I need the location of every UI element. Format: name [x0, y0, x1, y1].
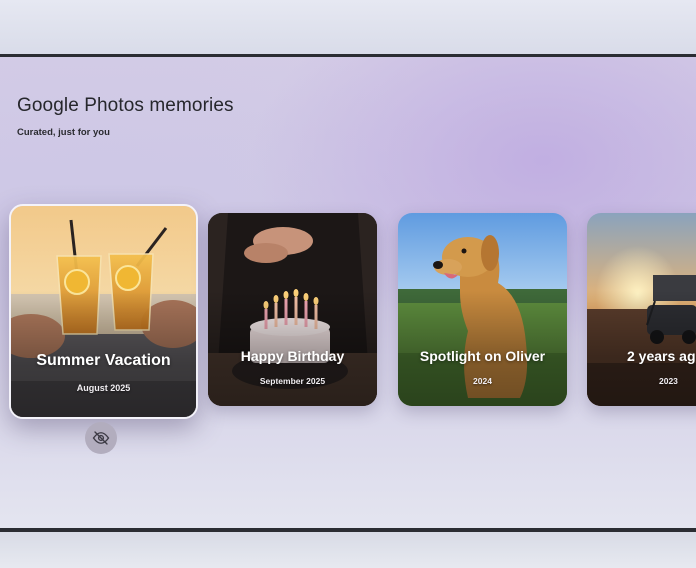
- page-subtitle: Curated, just for you: [17, 127, 110, 138]
- bezel-bottom: [0, 532, 696, 568]
- memory-card-happy-birthday[interactable]: Happy Birthday September 2025: [208, 213, 377, 406]
- memory-card-date: 2023: [659, 376, 678, 386]
- page-title: Google Photos memories: [17, 95, 234, 116]
- memory-card-date: August 2025: [76, 383, 131, 393]
- memory-card-title: Summer Vacation: [36, 352, 171, 369]
- hide-memory-button[interactable]: [85, 422, 117, 454]
- memory-card-summer-vacation[interactable]: Summer Vacation August 2025: [9, 204, 198, 419]
- memory-card-date: September 2025: [259, 376, 326, 386]
- card-gradient-overlay: [587, 213, 696, 406]
- eye-off-icon: [92, 431, 110, 445]
- memory-card-title: Happy Birthday: [240, 348, 345, 364]
- memory-card-title: Spotlight on Oliver: [419, 348, 546, 364]
- memory-card-date: 2024: [473, 376, 492, 386]
- bezel-top: [0, 0, 696, 54]
- memory-card-title: 2 years ago: [627, 348, 696, 364]
- memory-card-spotlight-oliver[interactable]: Spotlight on Oliver 2024: [398, 213, 567, 406]
- tv-screen: Google Photos memories Curated, just for…: [0, 54, 696, 532]
- memory-card-2-years-ago[interactable]: 2 years ago 2023: [587, 213, 696, 406]
